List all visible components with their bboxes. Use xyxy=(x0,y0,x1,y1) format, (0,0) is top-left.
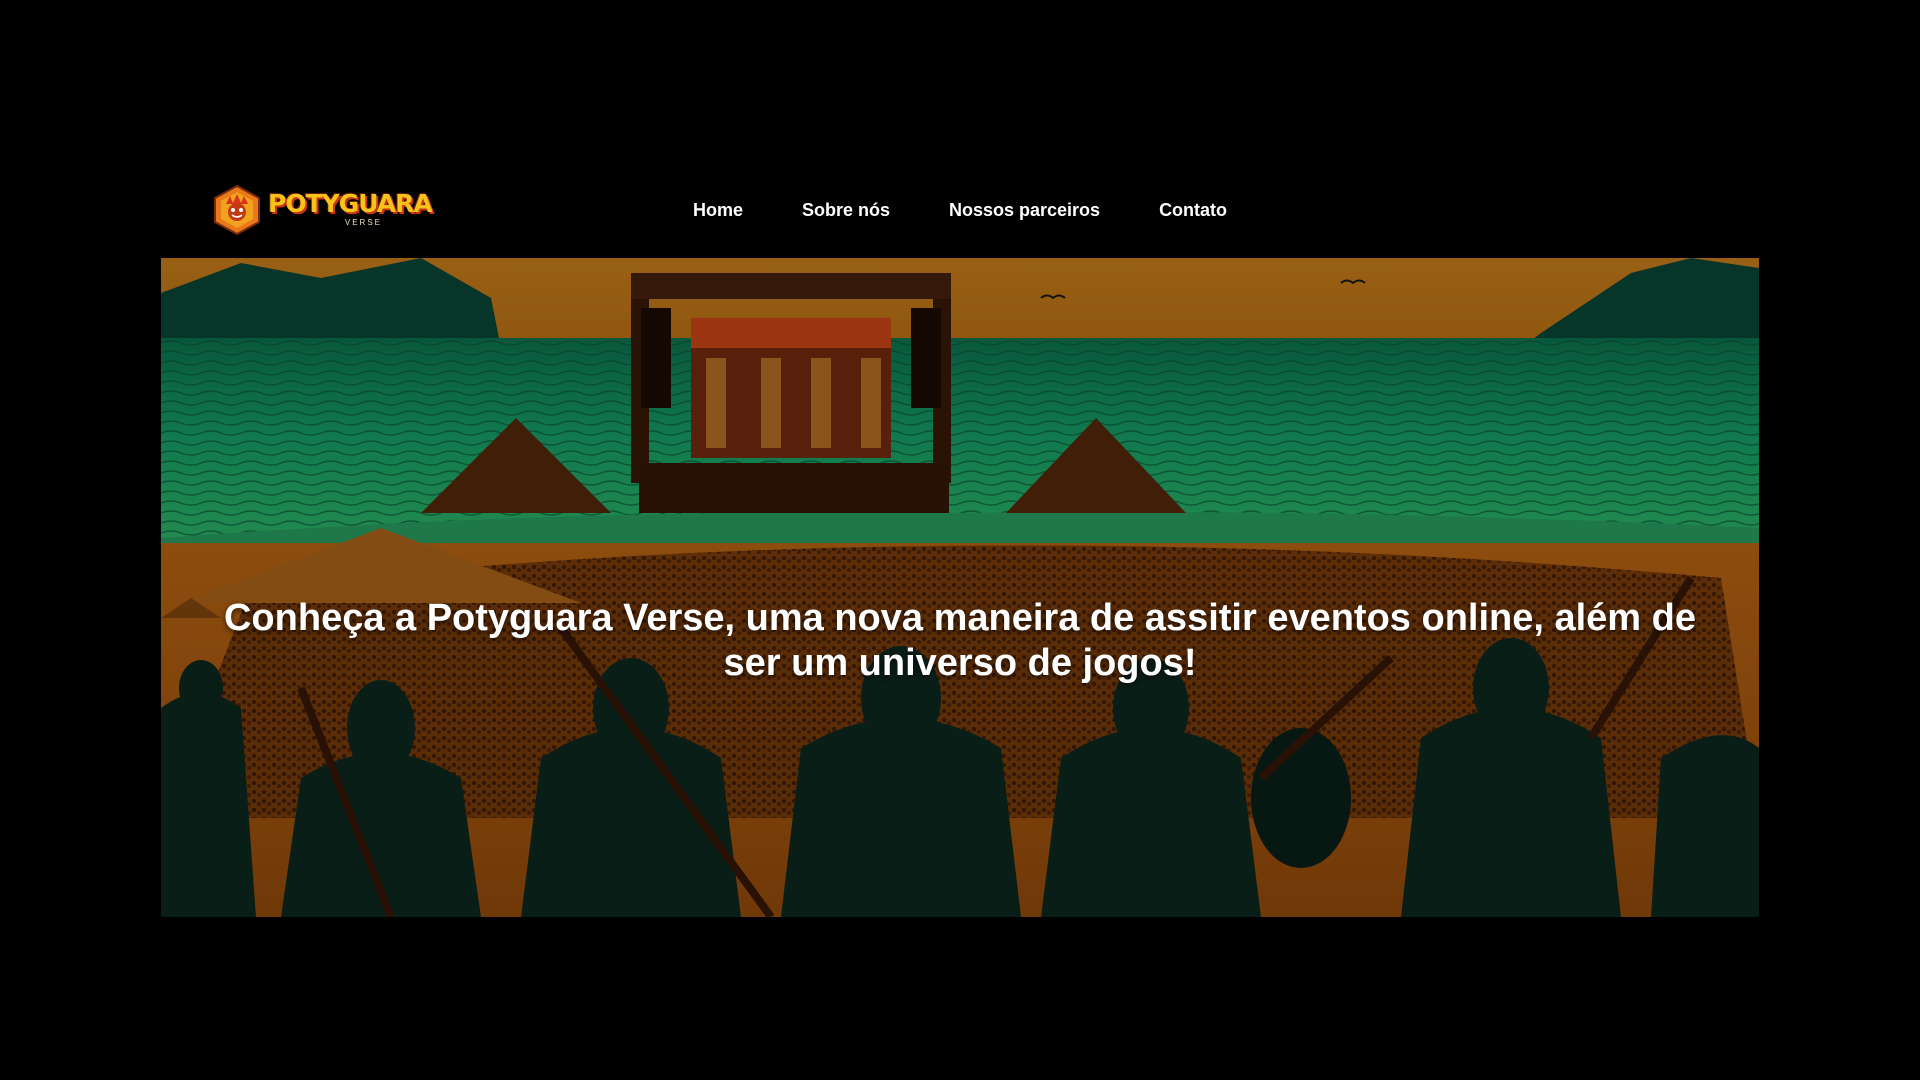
nav-home[interactable]: Home xyxy=(693,200,743,221)
site-header: POTYGUARA VERSE Home Sobre nós Nossos pa… xyxy=(0,170,1920,250)
main-nav: Home Sobre nós Nossos parceiros Contato xyxy=(0,170,1920,250)
nav-contato[interactable]: Contato xyxy=(1159,200,1227,221)
hero-heading: Conheça a Potyguara Verse, uma nova mane… xyxy=(223,597,1697,684)
nav-nossos-parceiros[interactable]: Nossos parceiros xyxy=(949,200,1100,221)
hero-banner: Conheça a Potyguara Verse, uma nova mane… xyxy=(161,258,1759,917)
nav-sobre-nos[interactable]: Sobre nós xyxy=(802,200,890,221)
hero-overlay xyxy=(161,258,1759,917)
